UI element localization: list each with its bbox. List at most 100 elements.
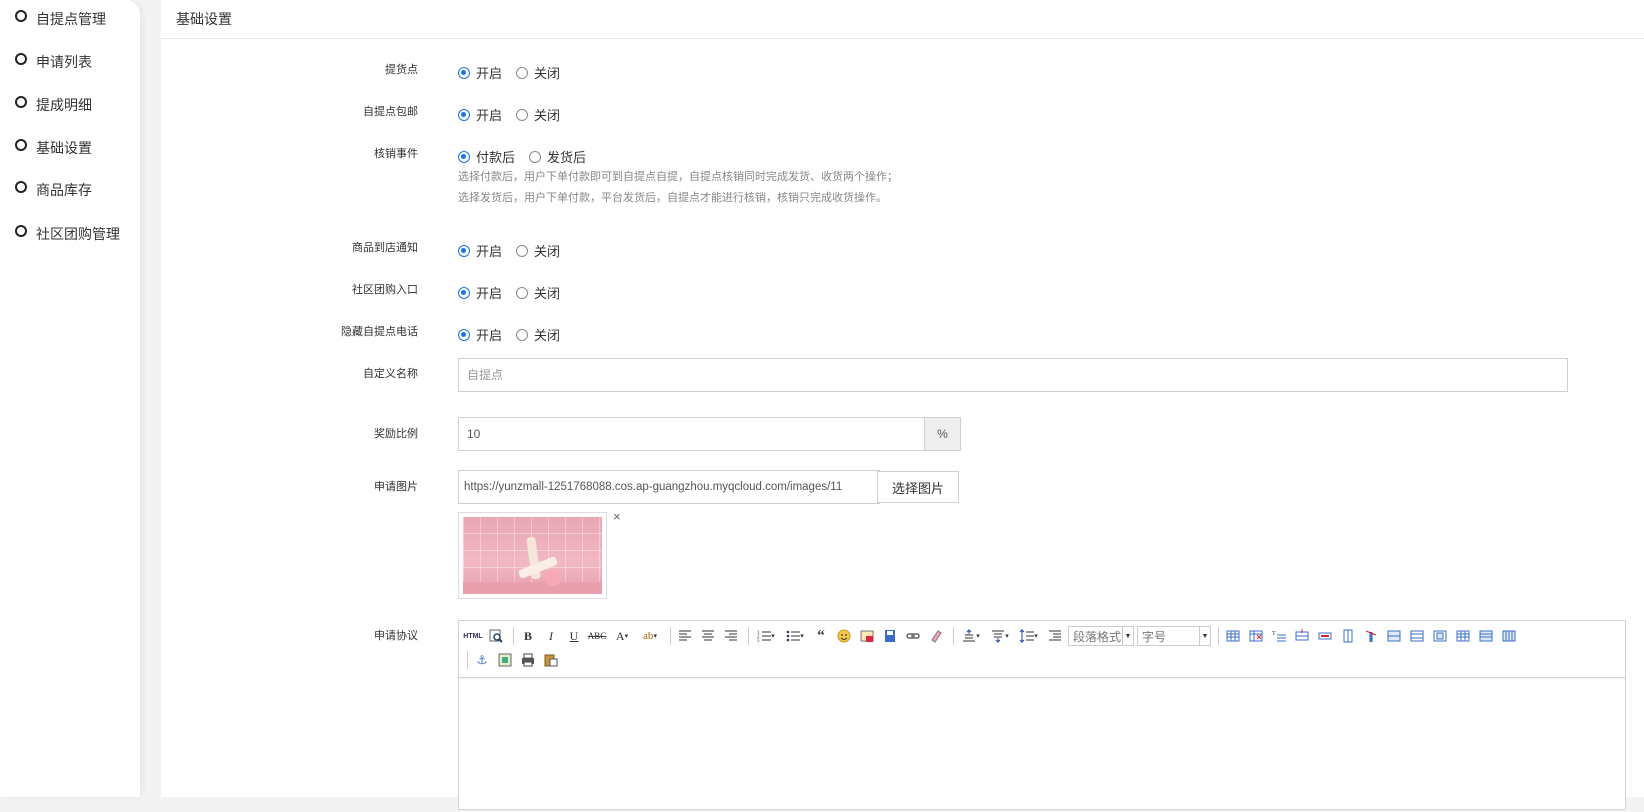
unordered-list-icon[interactable]: ▾ [782, 626, 808, 646]
verify-after-payment-radio[interactable]: 付款后 [458, 147, 515, 166]
split-to-cells-icon[interactable] [1453, 626, 1473, 646]
sidebar-item-label: 自提点管理 [36, 11, 106, 27]
apply-image-label: 申请图片 [374, 481, 418, 493]
radio-unchecked-icon [516, 286, 529, 299]
sidebar-item-label: 申请列表 [36, 54, 92, 70]
highlight-color-icon[interactable]: ab ▾ [637, 626, 663, 646]
merge-down-icon[interactable] [1430, 626, 1450, 646]
insert-image-icon[interactable] [495, 650, 515, 670]
blockquote-icon[interactable]: “ [811, 626, 831, 646]
agreement-label: 申请协议 [374, 630, 418, 642]
save-icon[interactable] [880, 626, 900, 646]
select-image-button[interactable]: 选择图片 [877, 471, 959, 503]
radio-unchecked-icon [516, 66, 529, 79]
hide-phone-on-radio[interactable]: 开启 [458, 325, 502, 344]
eraser-icon[interactable] [926, 626, 946, 646]
align-center-icon[interactable] [698, 626, 718, 646]
reward-ratio-label: 奖励比例 [374, 428, 418, 440]
insert-column-icon[interactable] [1338, 626, 1358, 646]
link-icon[interactable] [903, 626, 923, 646]
delete-table-icon[interactable] [1246, 626, 1266, 646]
italic-icon[interactable]: I [541, 626, 561, 646]
verify-after-shipping-radio[interactable]: 发货后 [529, 147, 586, 166]
chevron-down-icon: ▼ [1122, 627, 1133, 645]
ordered-list-icon[interactable]: 1 2 3 ▾ [753, 626, 779, 646]
radio-label: 开启 [476, 328, 503, 343]
row-spacing-top-icon[interactable]: ▾ [958, 626, 984, 646]
align-right-icon[interactable] [721, 626, 741, 646]
emoji-icon[interactable] [834, 626, 854, 646]
arrival-notice-on-radio[interactable]: 开启 [458, 241, 502, 260]
group-entry-off-radio[interactable]: 关闭 [516, 283, 560, 302]
sidebar-item-group-buy[interactable]: 社区团购管理 [15, 222, 120, 246]
pickup-point-on-radio[interactable]: 开启 [458, 63, 502, 82]
editor-content-area[interactable] [459, 678, 1625, 812]
hide-phone-off-radio[interactable]: 关闭 [516, 325, 560, 344]
svg-text:3: 3 [757, 639, 760, 643]
radio-checked-icon [458, 286, 470, 299]
radio-label: 付款后 [476, 150, 516, 165]
main-panel: 基础设置 提货点 开启 关闭 自提点包邮 开启 关闭 核销事件 付款后 发货后 … [161, 0, 1644, 810]
sidebar-item-commission-detail[interactable]: 提成明细 [15, 93, 92, 117]
row-spacing-bottom-icon[interactable]: ▾ [987, 626, 1013, 646]
insert-paragraph-before-table-icon[interactable]: T [1269, 626, 1289, 646]
line-height-icon[interactable]: ▾ [1016, 626, 1042, 646]
group-entry-radio-group: 开启 关闭 [458, 283, 574, 302]
radio-label: 关闭 [534, 66, 561, 81]
reward-ratio-input[interactable] [458, 417, 925, 451]
anchor-icon[interactable]: ⚓ [472, 650, 492, 670]
remove-image-icon[interactable]: × [613, 509, 621, 524]
font-color-icon[interactable]: A ▾ [610, 626, 634, 646]
free-shipping-label: 自提点包邮 [363, 106, 418, 118]
radio-label: 发货后 [547, 150, 587, 165]
insert-table-icon[interactable] [1223, 626, 1243, 646]
sidebar-item-stock[interactable]: 商品库存 [15, 178, 92, 202]
radio-label: 开启 [476, 286, 503, 301]
verify-event-label: 核销事件 [374, 148, 418, 160]
sidebar-item-pickup-management[interactable]: 自提点管理 [15, 7, 106, 31]
align-left-icon[interactable] [675, 626, 695, 646]
select-label: 字号 [1142, 629, 1167, 644]
indent-icon[interactable] [1045, 626, 1065, 646]
font-size-select[interactable]: 字号 ▼ [1137, 626, 1211, 646]
paragraph-format-select[interactable]: 段落格式 ▼ [1068, 626, 1134, 646]
html-source-icon[interactable]: HTML [463, 626, 483, 646]
sidebar-item-label: 商品库存 [36, 182, 92, 198]
image-url-input[interactable] [458, 470, 880, 504]
preview-icon[interactable] [486, 626, 506, 646]
strikethrough-icon[interactable]: ABC [587, 626, 607, 646]
radio-checked-icon [458, 66, 470, 79]
circle-icon [15, 139, 27, 151]
split-to-columns-icon[interactable] [1499, 626, 1519, 646]
percent-addon: % [924, 417, 961, 451]
delete-row-icon[interactable] [1315, 626, 1335, 646]
circle-icon [15, 53, 27, 65]
underline-icon[interactable]: U [564, 626, 584, 646]
arrival-notice-off-radio[interactable]: 关闭 [516, 241, 560, 260]
delete-column-icon[interactable] [1361, 626, 1381, 646]
group-entry-on-radio[interactable]: 开启 [458, 283, 502, 302]
pickup-point-off-radio[interactable]: 关闭 [516, 63, 560, 82]
split-to-rows-icon[interactable] [1476, 626, 1496, 646]
radio-label: 关闭 [534, 286, 561, 301]
image-insert-icon[interactable] [857, 626, 877, 646]
sidebar-item-application-list[interactable]: 申请列表 [15, 50, 92, 74]
radio-unchecked-icon [529, 150, 542, 163]
merge-cells-icon[interactable] [1384, 626, 1404, 646]
free-shipping-radio-group: 开启 关闭 [458, 105, 574, 124]
custom-name-input[interactable] [458, 358, 1568, 392]
insert-row-icon[interactable] [1292, 626, 1312, 646]
free-shipping-on-radio[interactable]: 开启 [458, 105, 502, 124]
radio-label: 开启 [476, 66, 503, 81]
hide-phone-radio-group: 开启 关闭 [458, 325, 574, 344]
free-shipping-off-radio[interactable]: 关闭 [516, 105, 560, 124]
print-icon[interactable] [518, 650, 538, 670]
merge-right-icon[interactable] [1407, 626, 1427, 646]
sidebar-item-basic-settings[interactable]: 基础设置 [15, 136, 92, 160]
sidebar-item-label: 提成明细 [36, 97, 92, 113]
radio-label: 关闭 [534, 108, 561, 123]
preview-image [463, 517, 602, 594]
paste-icon[interactable] [541, 650, 561, 670]
circle-icon [15, 181, 27, 193]
bold-icon[interactable]: B [518, 626, 538, 646]
